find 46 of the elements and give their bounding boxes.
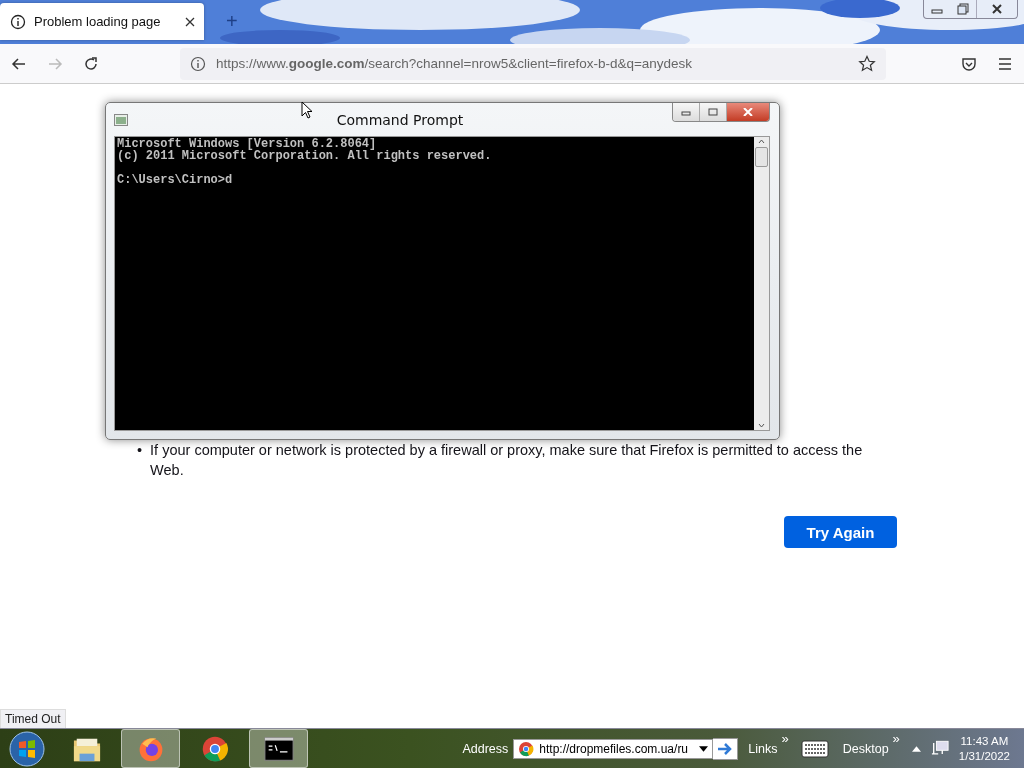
- chrome-icon: [518, 740, 535, 757]
- close-button[interactable]: [726, 103, 769, 121]
- restore-icon: [957, 3, 969, 15]
- reload-icon[interactable]: [82, 54, 100, 73]
- maximize-icon: [708, 108, 718, 116]
- clock-time[interactable]: 11:43 AM: [960, 733, 1009, 749]
- address-field[interactable]: http://dropmefiles.com.ua/ru: [513, 738, 714, 759]
- address-bar[interactable]: https://www.google.com/search?channel=nrow5&client=firefox-b-d&q=anydesk: [180, 47, 886, 80]
- console-prompt[interactable]: C:\Users\Cirno>d: [117, 174, 752, 186]
- go-button[interactable]: [713, 737, 739, 760]
- scrollbar[interactable]: [754, 137, 769, 430]
- console-line: Microsoft Windows [Version 6.2.8064]: [117, 138, 377, 150]
- clock-date[interactable]: 1/31/2022: [958, 748, 1010, 764]
- close-icon[interactable]: [184, 15, 196, 28]
- address-label: Address: [462, 741, 509, 756]
- try-again-button[interactable]: Try Again: [784, 516, 897, 548]
- bullet-marker: •: [137, 441, 143, 460]
- links-label[interactable]: Links: [748, 741, 778, 756]
- star-icon[interactable]: [858, 54, 876, 73]
- window-title: Command Prompt: [335, 111, 465, 128]
- scrollbar-thumb[interactable]: [755, 147, 768, 167]
- more-button[interactable]: »: [781, 731, 789, 746]
- status-text: Timed Out: [0, 709, 66, 728]
- console-line: (c) 2011 Microsoft Corporation. All rights reserved.: [117, 150, 493, 162]
- keyboard-icon[interactable]: [800, 739, 829, 758]
- info-icon: [190, 55, 206, 72]
- info-icon: [10, 13, 26, 30]
- tab-title: Problem loading page: [34, 14, 162, 29]
- network-icon[interactable]: [930, 740, 949, 757]
- console-icon: [114, 113, 128, 126]
- browser-tab[interactable]: Problem loading page: [0, 3, 204, 40]
- maximize-button[interactable]: [699, 103, 726, 121]
- arrow-icon: [717, 741, 734, 756]
- tray-arrow-icon[interactable]: [911, 745, 921, 752]
- bullet-text: If your computer or network is protected by a firewall or proxy, make sure that Firefox is permitted to access the Web.: [150, 441, 864, 480]
- close-icon: [991, 3, 1003, 15]
- close-icon: [743, 108, 753, 116]
- start-button[interactable]: [9, 730, 45, 767]
- desktop-label[interactable]: Desktop: [842, 741, 889, 756]
- cursor-icon: [301, 101, 313, 119]
- minimize-button[interactable]: [673, 103, 699, 121]
- taskbar-button[interactable]: [249, 729, 308, 768]
- caret-icon[interactable]: [699, 745, 709, 752]
- console-icon: [263, 734, 294, 763]
- minimize-icon: [681, 108, 691, 116]
- more-button[interactable]: »: [892, 731, 900, 746]
